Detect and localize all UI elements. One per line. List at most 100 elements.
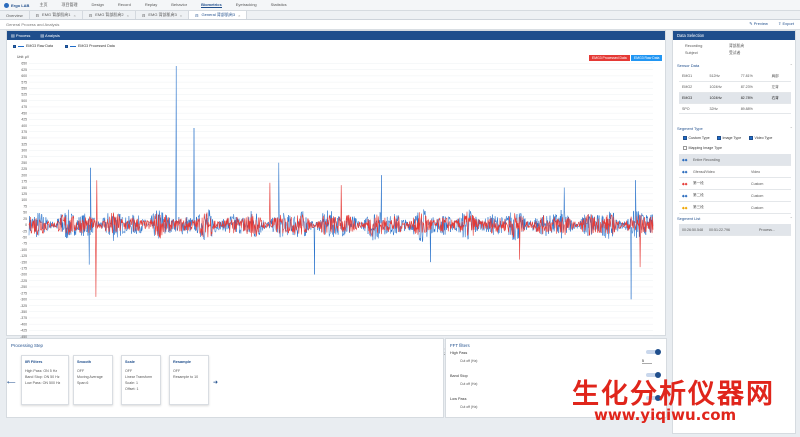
top-nav-item-eyetracking[interactable]: Eyetracking — [236, 2, 257, 8]
close-icon[interactable]: × — [73, 13, 75, 18]
segment-type: Custom — [751, 205, 764, 210]
y-axis-unit: Unit: μV — [17, 55, 30, 59]
segment-row[interactable]: ◆◆ 第二段 Custom — [679, 190, 791, 202]
segment-end: 00:51:22.796 — [709, 227, 730, 232]
checkbox-icon — [13, 44, 16, 48]
chart-legend: EMG3 Raw Data EMG3 Processed Data — [13, 44, 115, 48]
sensor-data-header[interactable]: Sensor Data ⌃ — [677, 63, 793, 68]
sensor-pct: 77.81% — [737, 71, 769, 82]
y-tick-label: 475 — [21, 105, 27, 109]
top-nav-item-biometrics[interactable]: Biometrics — [201, 2, 222, 8]
y-tick-label: -375 — [20, 316, 27, 320]
segment-list-table: ◆◆ Entire Recording ◆◆ Gfensd/Video Video ◆… — [679, 154, 791, 214]
table-row[interactable]: EMG2 1024Hz 87.23% 左背 — [679, 81, 791, 93]
y-tick-label: 275 — [21, 155, 27, 159]
tab-analysis[interactable]: ▤ Analysis — [40, 33, 60, 38]
tab-overview[interactable]: Overview — [0, 11, 30, 19]
y-tick-label: -350 — [20, 310, 27, 314]
y-tick-label: -200 — [20, 273, 27, 277]
image-type-checkbox[interactable]: Image Type — [717, 136, 741, 140]
segment-marker-icon: ◆◆ — [682, 205, 688, 210]
watermark-url: www.yiqiwu.com — [594, 406, 737, 424]
step-scale[interactable]: Scale OFF Linear Transform Scale: 1 Offs… — [121, 355, 161, 405]
sensor-loc: 左背 — [768, 81, 791, 93]
sensor-pct: 89.88% — [737, 103, 769, 114]
close-icon[interactable]: × — [180, 13, 182, 18]
step-line: Offset: 1 — [125, 387, 139, 391]
segment-type-title: Segment Type — [677, 126, 703, 131]
segment-row[interactable]: ◆◆ Gfensd/Video Video — [679, 166, 791, 178]
chart-tab-icon: ⊟ — [195, 12, 199, 18]
preview-button[interactable]: ✎ Preview — [749, 21, 768, 26]
video-type-checkbox[interactable]: Video Type — [749, 136, 772, 140]
tab-emg-1[interactable]: ⊟ EMG 背部肌肏1 × — [30, 11, 83, 19]
tab-emg-2[interactable]: ⊟ EMG 背部肌肏2 × — [83, 11, 136, 19]
band-stop-label: Band Stop — [450, 374, 468, 378]
panel-tab-strip: ▤ Process ▤ Analysis — [7, 31, 665, 40]
list-item[interactable]: 00:26:50.548 00:51:22.796 Process... — [679, 224, 791, 236]
top-nav-item-replay[interactable]: Replay — [145, 2, 157, 8]
y-tick-label: -400 — [20, 322, 27, 326]
chevron-up-icon: ⌃ — [789, 216, 793, 221]
tab-label: General 背部肌肏3 — [201, 12, 236, 17]
y-tick-label: 100 — [21, 198, 27, 202]
sensor-loc: 肩部 — [768, 71, 791, 82]
arrow-left-icon: ⟵ — [7, 380, 16, 386]
tab-label: Overview — [6, 12, 23, 18]
y-tick-label: 575 — [21, 80, 27, 84]
top-nav-item-statistics[interactable]: Statistics — [271, 2, 287, 8]
segment-name: Entire Recording — [693, 157, 720, 162]
close-icon[interactable]: × — [127, 13, 129, 18]
chart-tab-icon: ⊟ — [35, 12, 40, 18]
segment-row[interactable]: ◆◆ 第三段 Custom — [679, 202, 791, 214]
table-row[interactable]: EMG1 512Hz 77.81% 肩部 — [679, 71, 791, 82]
top-nav-item-home[interactable]: 主页 — [39, 2, 47, 8]
emg-line-chart[interactable]: 6506256005755505255004754504254003753503… — [7, 61, 667, 361]
top-nav-item-projects[interactable]: 项目管理 — [61, 2, 77, 8]
y-tick-label: -250 — [20, 285, 27, 289]
legend-item-raw[interactable]: EMG3 Raw Data — [13, 44, 53, 48]
segment-row[interactable]: ◆◆ 第一段 Custom — [679, 178, 791, 190]
pencil-icon: ✎ — [749, 21, 753, 26]
legend-line-icon — [18, 45, 24, 47]
segment-type-header[interactable]: Segment Type ⌃ — [677, 126, 793, 131]
top-nav-item-behavior[interactable]: Behavior — [171, 2, 187, 8]
top-nav-item-design[interactable]: Design — [91, 2, 103, 8]
data-selection-title: Data Selection — [673, 31, 795, 40]
top-nav-item-record[interactable]: Record — [118, 2, 131, 8]
step-smooth[interactable]: Smooth OFF Moving Average Span:6 — [73, 355, 113, 405]
checkbox-icon — [717, 136, 721, 140]
legend-item-processed[interactable]: EMG3 Processed Data — [64, 44, 115, 48]
table-row-selected[interactable]: EMG3 1024Hz 82.78% 右背 — [679, 92, 791, 104]
segment-row-selected[interactable]: ◆◆ Entire Recording — [679, 154, 791, 166]
y-tick-label: -150 — [20, 260, 27, 264]
y-tick-label: 650 — [21, 62, 27, 66]
high-pass-cutoff-input[interactable] — [642, 359, 652, 364]
segment-name: 第三段 — [693, 205, 704, 209]
tab-process[interactable]: ▤ Process — [11, 33, 30, 38]
tab-general[interactable]: ⊟ General 背部肌肏3 × — [189, 11, 248, 19]
high-pass-toggle[interactable] — [646, 349, 661, 355]
step-resample[interactable]: Resample OFF Resample to 10 — [169, 355, 209, 405]
y-tick-label: 425 — [21, 118, 27, 122]
tab-process-label: Process — [15, 33, 31, 38]
tab-analysis-label: Analysis — [45, 33, 60, 38]
close-icon[interactable]: × — [238, 13, 240, 18]
arrow-right-icon: ➜ — [213, 380, 219, 386]
mapping-image-type-checkbox[interactable]: Mapping Image Type — [683, 146, 722, 150]
step-iir-filters[interactable]: IIR Filters High Pass: ON 5 Hz Band Stop… — [21, 355, 69, 405]
tab-emg-3[interactable]: ⊟ EMG 背部肌肏3 × — [136, 11, 190, 19]
y-tick-label: -300 — [20, 298, 27, 302]
document-tab-bar: Overview ⊟ EMG 背部肌肏1 × ⊟ EMG 背部肌肏2 × ⊟ EMG 背部… — [0, 11, 800, 20]
table-row[interactable]: SPO 32Hz 89.88% — [679, 103, 791, 114]
app-top-bar: Ergo LAB 主页 项目管理 Design Record Replay Be… — [0, 0, 800, 11]
checkbox-icon — [683, 146, 687, 150]
y-tick-label: 25 — [23, 217, 27, 221]
breadcrumb-bar: General Process and Analysis ✎ Preview ⇪… — [0, 20, 800, 30]
segment-list-header[interactable]: Segment List ⌃ — [677, 216, 793, 221]
checkbox-label: Video Type — [754, 136, 773, 140]
segment-start: 00:26:50.548 — [682, 227, 703, 232]
app-logo: Ergo LAB — [0, 2, 35, 8]
export-button[interactable]: ⇪ Export — [778, 21, 794, 26]
custom-type-checkbox[interactable]: Custom Type — [683, 136, 710, 140]
